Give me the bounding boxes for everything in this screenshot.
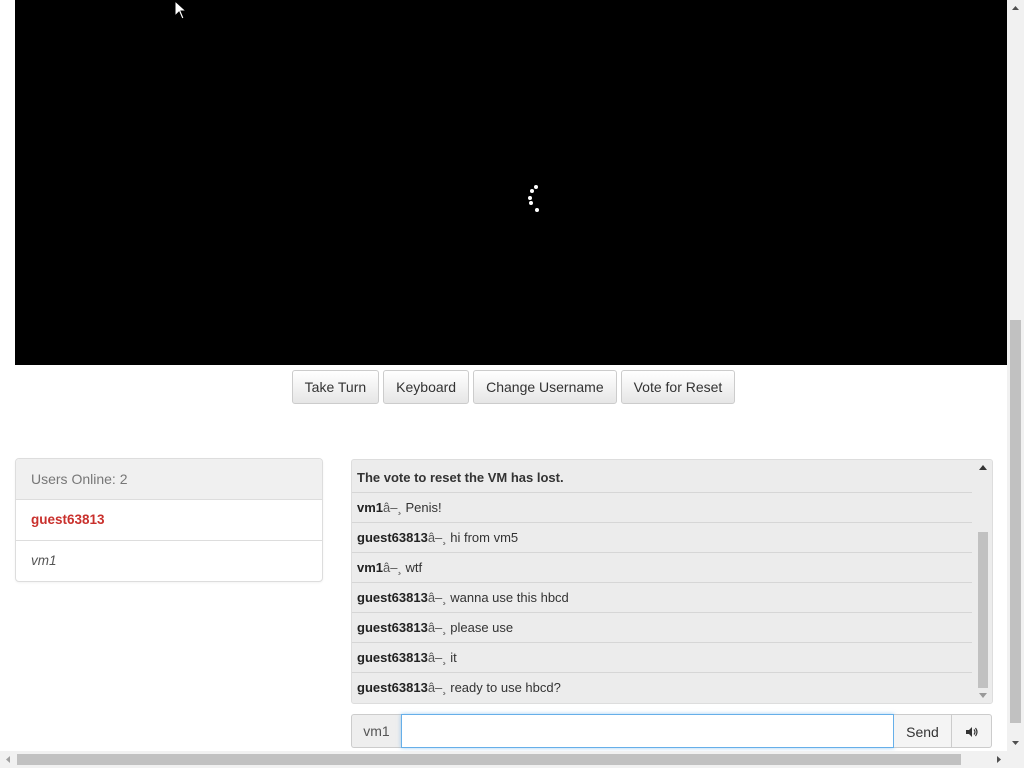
chat-message: vm1â–¸ Penis! bbox=[352, 493, 972, 523]
page-horizontal-scroll-thumb[interactable] bbox=[17, 754, 961, 765]
chat-separator: â–¸ bbox=[427, 530, 447, 545]
chat-message-text: Penis! bbox=[405, 500, 442, 515]
chat-scrollbar[interactable] bbox=[974, 460, 992, 703]
user-item-current: guest63813 bbox=[16, 500, 322, 541]
chat-message-text: hi from vm5 bbox=[450, 530, 519, 545]
chat-message-user: guest63813 bbox=[357, 530, 428, 545]
chat-message-list: The vote to reset the VM has lost. vm1â–… bbox=[352, 463, 972, 702]
page-vertical-scrollbar[interactable] bbox=[1007, 0, 1024, 751]
chat-message: guest63813â–¸ please use bbox=[352, 613, 972, 643]
chat-system-message: The vote to reset the VM has lost. bbox=[352, 463, 972, 493]
chat-separator: â–¸ bbox=[427, 620, 447, 635]
take-turn-button[interactable]: Take Turn bbox=[291, 370, 380, 404]
send-button[interactable]: Send bbox=[894, 714, 952, 748]
chat-username-label: vm1 bbox=[351, 714, 401, 748]
mouse-cursor-icon bbox=[174, 0, 188, 20]
chat-message-user: guest63813 bbox=[357, 620, 428, 635]
chat-message-user: guest63813 bbox=[357, 590, 428, 605]
scroll-down-arrow-icon[interactable] bbox=[1007, 737, 1024, 749]
chat-message-text: wtf bbox=[405, 560, 423, 575]
chat-message-user: guest63813 bbox=[357, 680, 428, 695]
chat-message: guest63813â–¸ ready to use hbcd? bbox=[352, 673, 972, 702]
chat-separator: â–¸ bbox=[427, 680, 447, 695]
chat-message-text: The vote to reset the VM has lost. bbox=[357, 470, 564, 485]
scroll-up-arrow-icon[interactable] bbox=[979, 465, 987, 470]
chat-input[interactable] bbox=[401, 714, 894, 748]
sound-toggle-button[interactable] bbox=[952, 714, 992, 748]
user-item: vm1 bbox=[31, 553, 57, 568]
vote-reset-button[interactable]: Vote for Reset bbox=[620, 370, 736, 404]
users-online-panel: Users Online: 2 guest63813 vm1 bbox=[15, 458, 323, 582]
chat-message-user: vm1 bbox=[357, 560, 384, 575]
chat-message: guest63813â–¸ hi from vm5 bbox=[352, 523, 972, 553]
chat-message-text: wanna use this hbcd bbox=[450, 590, 569, 605]
scroll-down-arrow-icon[interactable] bbox=[979, 693, 987, 698]
chat-separator: â–¸ bbox=[427, 650, 447, 665]
page-horizontal-scrollbar[interactable] bbox=[0, 751, 1024, 768]
vm-screen[interactable] bbox=[15, 0, 1007, 365]
chat-message: vm1â–¸ wtf bbox=[352, 553, 972, 583]
keyboard-button[interactable]: Keyboard bbox=[383, 370, 470, 404]
chat-message-user: guest63813 bbox=[357, 650, 428, 665]
chat-message-user: vm1 bbox=[357, 500, 384, 515]
chat-separator: â–¸ bbox=[383, 560, 402, 575]
vm-toolbar: Take Turn Keyboard Change Username Vote … bbox=[0, 370, 1007, 404]
speaker-icon bbox=[965, 726, 978, 737]
scroll-left-arrow-icon[interactable] bbox=[2, 751, 14, 768]
chat-message-text: please use bbox=[450, 620, 514, 635]
change-username-button[interactable]: Change Username bbox=[473, 370, 617, 404]
chat-input-row: vm1 Send bbox=[351, 714, 992, 748]
scroll-up-arrow-icon[interactable] bbox=[1007, 2, 1024, 14]
chat-message: guest63813â–¸ it bbox=[352, 643, 972, 673]
chat-scroll-thumb[interactable] bbox=[978, 532, 988, 688]
chat-separator: â–¸ bbox=[427, 590, 447, 605]
chat-box[interactable]: The vote to reset the VM has lost. vm1â–… bbox=[351, 459, 993, 704]
chat-message-text: ready to use hbcd? bbox=[450, 680, 561, 695]
spinner-icon bbox=[518, 181, 548, 217]
page-vertical-scroll-thumb[interactable] bbox=[1010, 320, 1021, 723]
users-online-heading: Users Online: 2 bbox=[16, 459, 322, 500]
chat-separator: â–¸ bbox=[383, 500, 402, 515]
scroll-right-arrow-icon[interactable] bbox=[993, 751, 1005, 768]
chat-message: guest63813â–¸ wanna use this hbcd bbox=[352, 583, 972, 613]
chat-message-text: it bbox=[450, 650, 457, 665]
